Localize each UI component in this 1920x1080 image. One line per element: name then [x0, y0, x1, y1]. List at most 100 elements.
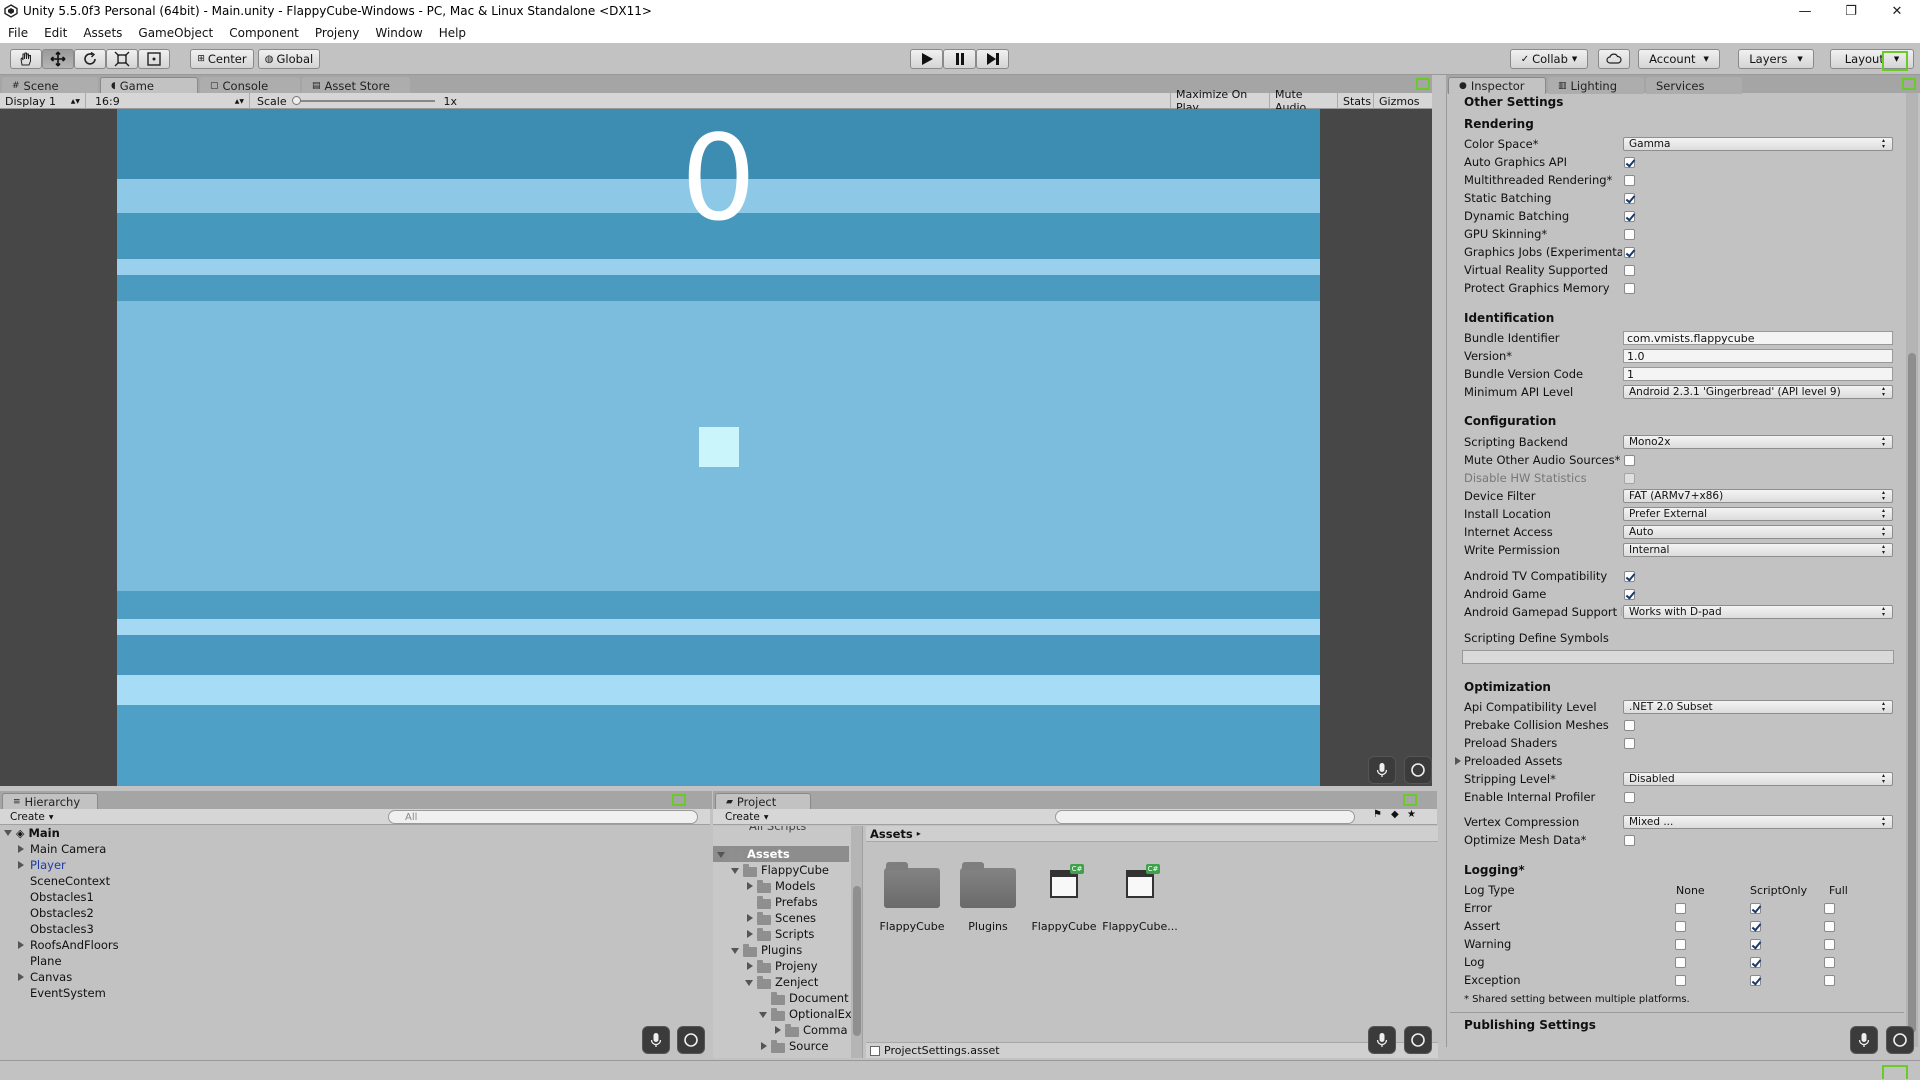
- tree-item-commands[interactable]: Comma: [803, 1022, 848, 1038]
- log-warning-none-checkbox[interactable]: [1675, 939, 1686, 950]
- panel-menu-icon[interactable]: [672, 794, 686, 806]
- menu-projeny[interactable]: Projeny: [307, 26, 367, 40]
- optimize-mesh-checkbox[interactable]: [1624, 835, 1635, 846]
- android-tv-checkbox[interactable]: [1624, 571, 1635, 582]
- scripts-foldout-icon[interactable]: [747, 930, 753, 938]
- scene-foldout-icon[interactable]: [4, 830, 12, 836]
- static-batching-checkbox[interactable]: [1624, 193, 1635, 204]
- plugins-foldout-icon[interactable]: [731, 948, 739, 954]
- log-log-scriptonly-checkbox[interactable]: [1750, 957, 1761, 968]
- rect-tool-button[interactable]: [138, 49, 170, 69]
- tab-inspector[interactable]: ● Inspector: [1448, 77, 1546, 94]
- breadcrumb-assets[interactable]: Assets: [870, 827, 913, 841]
- favorites-star-icon[interactable]: ★: [1407, 809, 1416, 820]
- rotate-tool-button[interactable]: [74, 49, 106, 69]
- tree-item-prefabs[interactable]: Prefabs: [775, 894, 818, 910]
- internet-access-dropdown[interactable]: Auto: [1623, 525, 1893, 539]
- csharp-script-icon[interactable]: C#: [1050, 864, 1084, 898]
- tab-game[interactable]: ◖ Game: [100, 77, 198, 94]
- roofsandfloors-foldout-icon[interactable]: [18, 941, 24, 949]
- scale-slider[interactable]: [291, 96, 436, 105]
- filter-type-icon[interactable]: ⚑: [1373, 809, 1382, 820]
- minimize-button[interactable]: —: [1782, 0, 1828, 22]
- hierarchy-mic-button[interactable]: [642, 1026, 670, 1054]
- log-assert-none-checkbox[interactable]: [1675, 921, 1686, 932]
- tree-item-source[interactable]: Source: [789, 1038, 829, 1054]
- bundle-identifier-input[interactable]: com.vmists.flappycube: [1623, 331, 1893, 345]
- tree-item-flappycube[interactable]: FlappyCube: [761, 862, 829, 878]
- step-button[interactable]: [976, 49, 1009, 69]
- hierarchy-item-plane[interactable]: Plane: [30, 953, 62, 969]
- tree-item-projeny[interactable]: Projeny: [775, 958, 818, 974]
- refresh-button[interactable]: [1404, 756, 1432, 784]
- menu-help[interactable]: Help: [431, 26, 474, 40]
- pause-button[interactable]: [943, 49, 976, 69]
- project-mic-button[interactable]: [1368, 1026, 1396, 1054]
- hierarchy-item-player[interactable]: Player: [30, 857, 66, 873]
- layers-dropdown[interactable]: Layers ▼: [1738, 49, 1814, 69]
- preloaded-assets-foldout-icon[interactable]: [1455, 757, 1461, 765]
- minimum-api-level-dropdown[interactable]: Android 2.3.1 'Gingerbread' (API level 9…: [1623, 385, 1893, 399]
- menu-assets[interactable]: Assets: [75, 26, 130, 40]
- project-create-dropdown[interactable]: Create ▼: [719, 810, 775, 824]
- multithreaded-rendering-checkbox[interactable]: [1624, 175, 1635, 186]
- scale-slider-thumb[interactable]: [291, 96, 301, 105]
- tree-item-scenes[interactable]: Scenes: [775, 910, 816, 926]
- tree-item-models[interactable]: Models: [775, 878, 816, 894]
- tree-item-assets[interactable]: Assets: [747, 846, 790, 862]
- hierarchy-item-main-camera[interactable]: Main Camera: [30, 841, 106, 857]
- tree-scrollbar[interactable]: [851, 826, 862, 1058]
- log-exception-none-checkbox[interactable]: [1675, 975, 1686, 986]
- scene-root[interactable]: ◈ Main: [16, 825, 60, 841]
- zenject-foldout-icon[interactable]: [745, 980, 753, 986]
- gpu-skinning-checkbox[interactable]: [1624, 229, 1635, 240]
- aspect-dropdown[interactable]: 16:9 ▲▼: [90, 93, 250, 109]
- tree-item-zenject[interactable]: Zenject: [775, 974, 818, 990]
- canvas-foldout-icon[interactable]: [18, 973, 24, 981]
- scripting-backend-dropdown[interactable]: Mono2x: [1623, 435, 1893, 449]
- account-dropdown[interactable]: Account ▼: [1638, 49, 1720, 69]
- tab-project[interactable]: ▰ Project: [715, 793, 811, 810]
- source-foldout-icon[interactable]: [761, 1042, 767, 1050]
- hierarchy-item-scenecontext[interactable]: SceneContext: [30, 873, 110, 889]
- game-canvas[interactable]: 0: [117, 109, 1320, 786]
- player-foldout-icon[interactable]: [18, 861, 24, 869]
- log-log-full-checkbox[interactable]: [1824, 957, 1835, 968]
- project-search-input[interactable]: [1055, 810, 1355, 824]
- hierarchy-item-obstacles2[interactable]: Obstacles2: [30, 905, 94, 921]
- assets-foldout-icon[interactable]: [717, 852, 725, 858]
- maximize-button[interactable]: ❐: [1828, 0, 1874, 22]
- color-space-dropdown[interactable]: Gamma: [1623, 137, 1893, 151]
- version-input[interactable]: 1.0: [1623, 349, 1893, 363]
- menu-component[interactable]: Component: [221, 26, 307, 40]
- dynamic-batching-checkbox[interactable]: [1624, 211, 1635, 222]
- flappycube-foldout-icon[interactable]: [731, 868, 739, 874]
- optionalextras-foldout-icon[interactable]: [759, 1012, 767, 1018]
- menu-file[interactable]: File: [0, 26, 36, 40]
- tab-scene[interactable]: # Scene: [2, 77, 98, 94]
- log-exception-scriptonly-checkbox[interactable]: [1750, 975, 1761, 986]
- log-log-none-checkbox[interactable]: [1675, 957, 1686, 968]
- csharp-script-icon[interactable]: C#: [1126, 864, 1160, 898]
- log-warning-full-checkbox[interactable]: [1824, 939, 1835, 950]
- panel-menu-icon[interactable]: [1416, 78, 1430, 90]
- write-permission-dropdown[interactable]: Internal: [1623, 543, 1893, 557]
- play-button[interactable]: [910, 49, 943, 69]
- log-warning-scriptonly-checkbox[interactable]: [1750, 939, 1761, 950]
- hierarchy-item-canvas[interactable]: Canvas: [30, 969, 72, 985]
- android-game-checkbox[interactable]: [1624, 589, 1635, 600]
- stats-toggle[interactable]: Stats: [1338, 93, 1374, 109]
- mute-audio-toggle[interactable]: Mute Audio: [1270, 88, 1338, 114]
- vr-supported-checkbox[interactable]: [1624, 265, 1635, 276]
- tree-item-plugins[interactable]: Plugins: [761, 942, 802, 958]
- mute-other-audio-checkbox[interactable]: [1624, 455, 1635, 466]
- gizmos-dropdown[interactable]: Gizmos: [1374, 93, 1432, 109]
- filter-label-icon[interactable]: ◆: [1391, 809, 1399, 820]
- asset-folder-plugins[interactable]: [960, 862, 1016, 908]
- stripping-level-dropdown[interactable]: Disabled: [1623, 772, 1893, 786]
- api-compatibility-dropdown[interactable]: .NET 2.0 Subset: [1623, 700, 1893, 714]
- vertex-compression-dropdown[interactable]: Mixed ...: [1623, 815, 1893, 829]
- preloaded-assets-label[interactable]: Preloaded Assets: [1464, 753, 1562, 769]
- inspector-mic-button[interactable]: [1850, 1026, 1878, 1054]
- log-error-scriptonly-checkbox[interactable]: [1750, 903, 1761, 914]
